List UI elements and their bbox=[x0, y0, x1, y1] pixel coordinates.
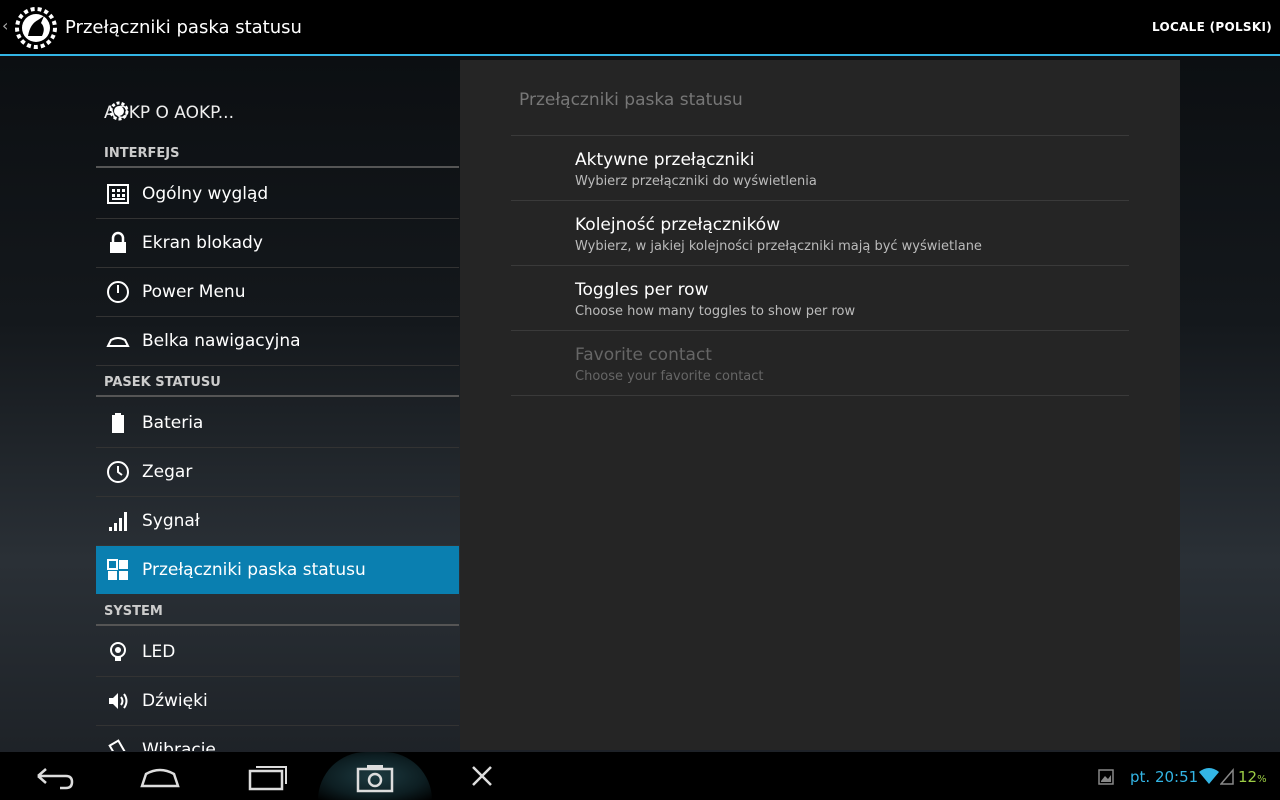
status-clock[interactable]: pt. 20:51 bbox=[1130, 768, 1198, 786]
pref-toggles-per-row[interactable]: Toggles per row Choose how many toggles … bbox=[511, 266, 1129, 330]
back-icon[interactable] bbox=[24, 758, 84, 794]
close-icon[interactable] bbox=[452, 758, 512, 794]
vibrate-icon bbox=[108, 739, 128, 751]
header-item-label: LED bbox=[142, 642, 176, 662]
header-item-label: Power Menu bbox=[142, 282, 246, 302]
header-item-battery[interactable]: Bateria bbox=[96, 399, 459, 448]
battery-value: 12 bbox=[1238, 768, 1258, 786]
clock-icon bbox=[107, 461, 129, 483]
section-header-statusbar: PASEK STATUSU bbox=[96, 369, 459, 397]
pref-title: Favorite contact bbox=[575, 345, 712, 365]
system-bar: pt. 20:51 12% bbox=[0, 752, 1280, 800]
pref-summary: Choose your favorite contact bbox=[575, 369, 764, 384]
pref-summary: Wybierz, w jakiej kolejności przełącznik… bbox=[575, 239, 982, 254]
pref-summary: Choose how many toggles to show per row bbox=[575, 304, 856, 319]
wifi-icon bbox=[1199, 768, 1219, 784]
header-item-sounds[interactable]: Dźwięki bbox=[96, 677, 459, 726]
recent-apps-icon[interactable] bbox=[238, 758, 298, 794]
lock-icon bbox=[110, 231, 126, 253]
header-item-led[interactable]: LED bbox=[96, 628, 459, 677]
gear-icon bbox=[109, 101, 129, 121]
pref-favorite-contact: Favorite contact Choose your favorite co… bbox=[511, 331, 1129, 395]
navbar-icon bbox=[106, 337, 130, 347]
toggles-icon bbox=[107, 559, 128, 580]
header-item-label: Przełączniki paska statusu bbox=[142, 560, 366, 580]
home-icon[interactable] bbox=[130, 758, 190, 794]
header-item-power-menu[interactable]: Power Menu bbox=[96, 268, 459, 317]
preference-pane: Przełączniki paska statusu Aktywne przeł… bbox=[460, 60, 1180, 750]
pref-title: Kolejność przełączników bbox=[575, 215, 781, 235]
section-header-system: SYSTEM bbox=[96, 598, 459, 626]
header-item-label: Ekran blokady bbox=[142, 233, 263, 253]
header-item-statusbar-toggles[interactable]: Przełączniki paska statusu bbox=[96, 546, 459, 594]
battery-percent: 12% bbox=[1238, 768, 1267, 786]
header-item-label: Dźwięki bbox=[142, 691, 208, 711]
camera-icon[interactable] bbox=[345, 758, 405, 794]
battery-icon bbox=[112, 413, 124, 433]
speaker-icon bbox=[109, 693, 128, 709]
header-item-clock[interactable]: Zegar bbox=[96, 448, 459, 497]
header-item-label: Wibracje bbox=[142, 740, 216, 751]
signal-status-icon bbox=[1220, 767, 1234, 785]
section-label: PASEK STATUSU bbox=[104, 375, 221, 390]
signal-icon bbox=[109, 512, 127, 531]
header-item-label: Zegar bbox=[142, 462, 193, 482]
header-item-lockscreen[interactable]: Ekran blokady bbox=[96, 219, 459, 268]
pref-title: Aktywne przełączniki bbox=[575, 150, 755, 170]
section-header-interface: INTERFEJS bbox=[96, 140, 459, 168]
preference-pane-title: Przełączniki paska statusu bbox=[519, 90, 743, 110]
locale-button[interactable]: LOCALE (POLSKI) bbox=[1152, 20, 1272, 34]
about-aokp-item[interactable]: AOKP O AOKP... bbox=[96, 86, 459, 136]
header-item-vibrations[interactable]: Wibracje bbox=[96, 726, 459, 751]
header-item-label: Bateria bbox=[142, 413, 204, 433]
up-caret-icon[interactable]: ‹ bbox=[2, 16, 8, 35]
header-item-signal[interactable]: Sygnał bbox=[96, 497, 459, 546]
header-item-label: Sygnał bbox=[142, 511, 200, 531]
pref-active-toggles[interactable]: Aktywne przełączniki Wybierz przełącznik… bbox=[511, 136, 1129, 200]
pref-title: Toggles per row bbox=[575, 280, 709, 300]
action-bar: ‹ Przełączniki paska statusu LOCALE (POL… bbox=[0, 0, 1280, 56]
battery-unit: % bbox=[1257, 774, 1267, 785]
pref-toggle-order[interactable]: Kolejność przełączników Wybierz, w jakie… bbox=[511, 201, 1129, 265]
led-icon bbox=[110, 642, 126, 661]
pref-summary: Wybierz przełączniki do wyświetlenia bbox=[575, 174, 817, 189]
section-label: INTERFEJS bbox=[104, 146, 180, 161]
aokp-unicorn-logo-icon[interactable] bbox=[14, 6, 58, 50]
header-list: AOKP O AOKP... INTERFEJS Ogólny wygląd E… bbox=[96, 86, 459, 751]
header-item-general-look[interactable]: Ogólny wygląd bbox=[96, 170, 459, 219]
header-item-navbar[interactable]: Belka nawigacyjna bbox=[96, 317, 459, 366]
header-item-label: Ogólny wygląd bbox=[142, 184, 269, 204]
image-notification-icon[interactable] bbox=[1098, 769, 1114, 785]
divider bbox=[511, 395, 1129, 396]
page-title: Przełączniki paska statusu bbox=[65, 17, 302, 38]
header-item-label: Belka nawigacyjna bbox=[142, 331, 301, 351]
power-icon bbox=[107, 281, 129, 303]
section-label: SYSTEM bbox=[104, 604, 163, 619]
grid-icon bbox=[107, 184, 129, 204]
